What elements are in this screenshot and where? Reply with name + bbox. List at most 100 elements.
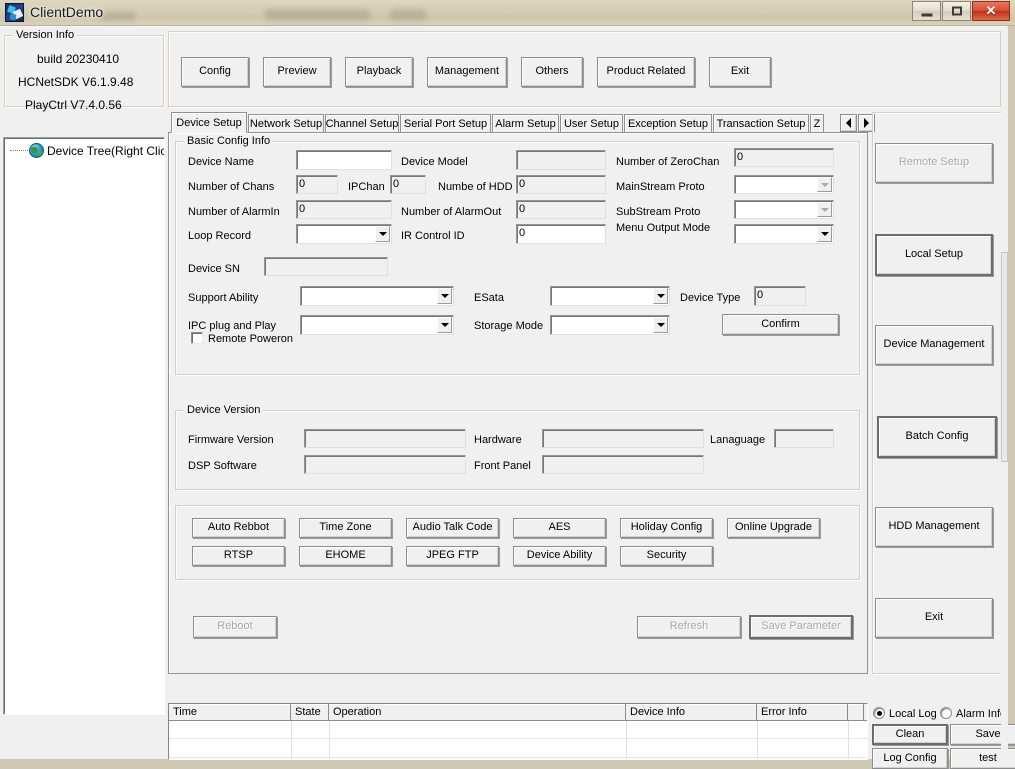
fn-button-rtsp[interactable]: RTSP <box>192 546 285 566</box>
device-model-input[interactable] <box>516 150 606 170</box>
fn-button-time-zone[interactable]: Time Zone <box>299 518 392 538</box>
right-panel-button-exit[interactable]: Exit <box>875 598 993 638</box>
loop-record-arrow[interactable] <box>375 226 390 242</box>
ir-control-id-input[interactable]: 0 <box>516 224 606 244</box>
tab-scroll-left-button[interactable] <box>840 114 857 132</box>
menu-output-mode-select[interactable] <box>734 224 834 244</box>
storage-mode-arrow[interactable] <box>653 317 668 333</box>
number-of-zerochan-input[interactable]: 0 <box>734 148 834 167</box>
esata-select[interactable] <box>550 286 670 306</box>
number-of-chans-input[interactable]: 0 <box>296 175 338 194</box>
fn-button-jpeg-ftp[interactable]: JPEG FTP <box>406 546 499 566</box>
toolbar-button-others[interactable]: Others <box>521 57 583 87</box>
toolbar-button-management[interactable]: Management <box>427 57 507 87</box>
esata-arrow[interactable] <box>653 288 668 304</box>
table-row[interactable] <box>169 740 867 758</box>
close-button[interactable]: ✕ <box>972 1 1010 21</box>
tab-network-setup[interactable]: Network Setup <box>248 114 324 132</box>
tab-page-device-setup: Basic Config Info Device Name Device Mod… <box>168 132 868 674</box>
remote-poweron-checkbox[interactable] <box>191 332 203 344</box>
numbe-of-hdd-input[interactable]: 0 <box>516 175 606 194</box>
scrollbar-thumb[interactable] <box>1001 252 1008 462</box>
log-grid-header: TimeStateOperationDevice InfoError Info <box>169 704 867 721</box>
dsp-software-input[interactable] <box>304 455 466 474</box>
tab-z[interactable]: Z <box>810 114 824 132</box>
mainstream-proto-select[interactable] <box>734 175 834 194</box>
maximize-icon <box>952 7 962 16</box>
tab-channel-setup[interactable]: Channel Setup <box>325 114 399 132</box>
support-ability-select[interactable] <box>300 286 454 306</box>
log-grid-column-state[interactable]: State <box>291 704 329 720</box>
right-panel-button-device-management[interactable]: Device Management <box>875 325 993 365</box>
tab-user-setup[interactable]: User Setup <box>560 114 623 132</box>
fn-button-online-upgrade[interactable]: Online Upgrade <box>727 518 820 538</box>
substream-proto-select[interactable] <box>734 200 834 219</box>
toolbar-button-config[interactable]: Config <box>181 57 249 87</box>
right-panel-button-local-setup[interactable]: Local Setup <box>875 234 993 276</box>
lanaguage-input[interactable] <box>774 429 834 448</box>
log-grid-column-device-info[interactable]: Device Info <box>626 704 757 720</box>
firmware-version-input[interactable] <box>304 429 466 448</box>
hardware-input[interactable] <box>542 429 704 448</box>
tab-device-setup[interactable]: Device Setup <box>171 112 247 133</box>
fn-button-holiday-config[interactable]: Holiday Config <box>620 518 713 538</box>
local-log-radio[interactable] <box>873 707 885 719</box>
fn-button-audio-talk-code[interactable]: Audio Talk Code <box>406 518 499 538</box>
right-panel-button-hdd-management[interactable]: HDD Management <box>875 507 993 547</box>
maximize-button[interactable] <box>942 1 971 21</box>
loop-record-select[interactable] <box>296 224 392 244</box>
chevron-right-icon <box>864 118 869 128</box>
fn-button-aes[interactable]: AES <box>513 518 606 538</box>
tab-exception-setup[interactable]: Exception Setup <box>624 114 712 132</box>
device-type-input[interactable]: 0 <box>754 286 806 306</box>
fn-button-ehome[interactable]: EHOME <box>299 546 392 566</box>
number-of-alarmin-input[interactable]: 0 <box>296 200 392 219</box>
table-row[interactable] <box>169 721 867 739</box>
tab-alarm-setup[interactable]: Alarm Setup <box>492 114 559 132</box>
ipc-plug-and-play-select[interactable] <box>300 315 454 335</box>
log-grid-column-error-info[interactable]: Error Info <box>757 704 848 720</box>
mainstream-proto-label: MainStream Proto <box>616 181 705 193</box>
ipchan-input[interactable]: 0 <box>390 175 426 194</box>
device-version-group: Device Version Firmware Version Hardware… <box>175 410 860 490</box>
substream-proto-arrow[interactable] <box>817 202 832 217</box>
save-parameter-button[interactable]: Save Parameter <box>749 615 853 639</box>
tab-serial-port-setup[interactable]: Serial Port Setup <box>400 114 491 132</box>
toolbar-button-playback[interactable]: Playback <box>345 57 413 87</box>
log-grid-column-divider <box>626 721 627 759</box>
toolbar-button-product-related[interactable]: Product Related <box>597 57 695 87</box>
glass-reflection <box>100 12 136 20</box>
substream-proto-label: SubStream Proto <box>616 206 700 218</box>
log-grid-column-operation[interactable]: Operation <box>329 704 626 720</box>
log-grid-column-blank[interactable] <box>848 704 864 720</box>
mainstream-proto-arrow[interactable] <box>817 177 832 192</box>
tab-transaction-setup[interactable]: Transaction Setup <box>713 114 809 132</box>
log-list-control[interactable]: TimeStateOperationDevice InfoError Info <box>168 703 868 760</box>
menu-output-mode-arrow[interactable] <box>817 226 832 242</box>
reboot-button[interactable]: Reboot <box>193 616 277 638</box>
device-tree-panel[interactable]: Device Tree(Right Click t <box>3 137 165 715</box>
device-tree-root-item[interactable]: Device Tree(Right Click t <box>10 143 165 158</box>
log-config-button[interactable]: Log Config <box>872 748 948 769</box>
front-panel-input[interactable] <box>542 455 704 474</box>
number-of-alarmout-input[interactable]: 0 <box>516 200 606 219</box>
storage-mode-select[interactable] <box>550 315 670 335</box>
ipc-plug-and-play-arrow[interactable] <box>437 317 452 333</box>
log-grid-column-time[interactable]: Time <box>169 704 291 720</box>
support-ability-arrow[interactable] <box>437 288 452 304</box>
vertical-scrollbar[interactable] <box>1001 27 1008 760</box>
fn-button-auto-rebbot[interactable]: Auto Rebbot <box>192 518 285 538</box>
minimize-button[interactable] <box>912 1 941 21</box>
fn-button-security[interactable]: Security <box>620 546 713 566</box>
confirm-button[interactable]: Confirm <box>722 314 839 335</box>
device-sn-input[interactable] <box>264 257 388 276</box>
refresh-button[interactable]: Refresh <box>637 616 741 638</box>
alarm-info-radio[interactable] <box>940 707 952 719</box>
toolbar-button-exit[interactable]: Exit <box>709 57 771 87</box>
fn-button-device-ability[interactable]: Device Ability <box>513 546 606 566</box>
device-name-input[interactable] <box>296 150 392 170</box>
clean-button[interactable]: Clean <box>872 724 948 745</box>
right-panel-button-remote-setup[interactable]: Remote Setup <box>875 143 993 183</box>
toolbar-button-preview[interactable]: Preview <box>263 57 331 87</box>
right-panel-button-batch-config[interactable]: Batch Config <box>877 416 997 458</box>
